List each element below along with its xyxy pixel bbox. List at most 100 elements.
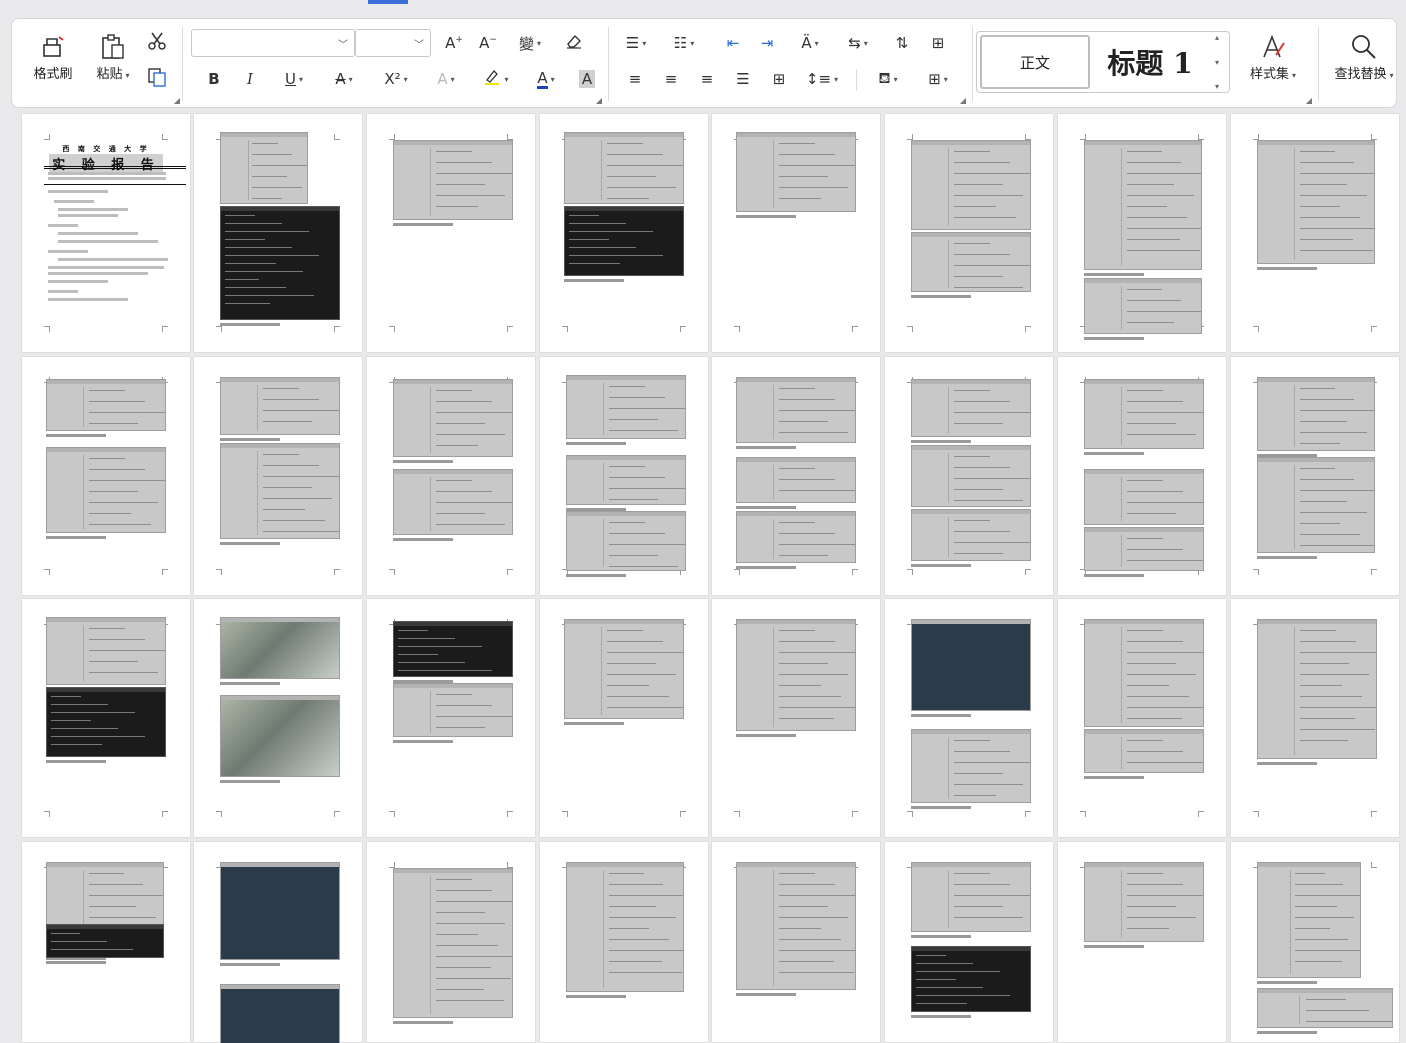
highlight-button[interactable]: ▾	[476, 67, 516, 91]
page-thumbnail[interactable]	[194, 114, 362, 352]
page-thumbnail[interactable]	[1058, 357, 1226, 595]
margin-corner-mark	[734, 326, 740, 332]
style-gallery-scroll[interactable]: ▴ ▾ ▾	[1210, 33, 1224, 91]
page-thumbnail[interactable]	[22, 357, 190, 595]
superscript-button[interactable]: X² ▾	[376, 67, 416, 91]
page-thumbnail[interactable]	[194, 599, 362, 837]
screenshot-row	[436, 480, 472, 481]
paragraph-dialog-launcher-icon[interactable]: ◢	[960, 96, 966, 105]
font-name-combo[interactable]: ﹀	[191, 29, 355, 57]
justify-button[interactable]: ☰	[730, 67, 756, 91]
style-heading1-item[interactable]: 标题 1	[1090, 35, 1210, 89]
distribute-button[interactable]: ⊞	[766, 67, 792, 91]
text-line	[48, 172, 166, 175]
page-thumbnail[interactable]	[712, 599, 880, 837]
shading-button[interactable]: ⛾ ▾	[868, 67, 908, 91]
embedded-screenshot	[1084, 140, 1202, 270]
margin-corner-mark	[334, 811, 340, 817]
page-thumbnail[interactable]	[540, 599, 708, 837]
increase-indent-button[interactable]: ⇥	[754, 31, 780, 55]
phonetic-guide-button[interactable]: 變 ▾	[510, 31, 550, 55]
figure-caption	[393, 223, 453, 226]
screenshot-row	[1299, 239, 1354, 240]
page-thumbnail[interactable]	[885, 599, 1053, 837]
figure-caption	[1084, 273, 1144, 276]
line-spacing-button[interactable]: ↕≡ ▾	[802, 67, 842, 91]
clear-format-button[interactable]	[560, 31, 588, 55]
sort-button[interactable]: ⇅	[888, 31, 916, 55]
page-thumbnail[interactable]	[367, 842, 535, 1042]
style-set-button[interactable]: 样式集 ▾	[1242, 31, 1304, 82]
page-thumbnail[interactable]	[1058, 842, 1226, 1042]
page-thumbnail[interactable]	[885, 114, 1053, 352]
screenshot-row	[779, 718, 834, 719]
clipboard-dialog-launcher-icon[interactable]: ◢	[174, 96, 180, 105]
screenshot-row	[607, 652, 683, 653]
copy-button[interactable]	[144, 67, 170, 91]
page-thumbnail[interactable]	[712, 842, 880, 1042]
page-thumbnail[interactable]	[22, 599, 190, 837]
page-thumbnail[interactable]	[367, 599, 535, 837]
numbering-button[interactable]: ☷ ▾	[666, 31, 702, 55]
char-shading-button[interactable]: A	[576, 67, 598, 91]
underline-button[interactable]: U ▾	[274, 67, 314, 91]
cut-button[interactable]	[144, 31, 170, 55]
decrease-indent-button[interactable]: ⇤	[720, 31, 746, 55]
page-thumbnail[interactable]	[1058, 114, 1226, 352]
terminal-line	[398, 670, 493, 671]
align-center-button[interactable]: ≡	[658, 67, 684, 91]
page-thumbnail[interactable]	[1231, 114, 1399, 352]
page-thumbnail[interactable]	[1231, 842, 1399, 1042]
page-thumbnail[interactable]	[540, 114, 708, 352]
paste-button[interactable]: 粘贴 ▾	[90, 31, 136, 82]
font-dialog-launcher-icon[interactable]: ◢	[596, 96, 602, 105]
page-thumbnail[interactable]	[194, 842, 362, 1043]
page-thumbnail[interactable]	[1231, 357, 1399, 595]
chevron-down-icon[interactable]: ▾	[1215, 58, 1219, 67]
style-normal-item[interactable]: 正文	[980, 35, 1090, 89]
screenshot-titlebar	[912, 863, 1030, 867]
expand-gallery-icon[interactable]: ▾	[1215, 82, 1219, 91]
align-left-button[interactable]: ≡	[622, 67, 648, 91]
page-thumbnail[interactable]	[1058, 599, 1226, 837]
page-thumbnail[interactable]: 西 南 交 通 大 学实 验 报 告	[22, 114, 190, 352]
screenshot-row	[779, 972, 854, 973]
page-thumbnail[interactable]	[885, 357, 1053, 595]
embedded-screenshot	[220, 206, 340, 320]
page-thumbnail[interactable]	[885, 842, 1053, 1042]
font-color-button[interactable]: A ▾	[526, 67, 566, 91]
screenshot-row	[608, 928, 650, 929]
styles-dialog-launcher-icon[interactable]: ◢	[1306, 96, 1312, 105]
page-thumbnail[interactable]	[540, 842, 708, 1042]
margin-corner-mark	[162, 811, 168, 817]
page-thumbnail[interactable]	[1231, 599, 1399, 837]
show-marks-button[interactable]: ⊞	[924, 31, 952, 55]
page-thumbnail[interactable]	[22, 842, 190, 1042]
page-thumbnail[interactable]	[712, 357, 880, 595]
terminal-line	[398, 638, 455, 639]
bold-button[interactable]: B	[202, 67, 226, 91]
font-size-combo[interactable]: ﹀	[355, 29, 431, 57]
italic-button[interactable]: I	[238, 67, 262, 91]
sort-direction-button[interactable]: ⇆ ▾	[840, 31, 876, 55]
borders-button[interactable]: ⊞ ▾	[918, 67, 958, 91]
page-thumbnail[interactable]	[540, 357, 708, 595]
figure-caption	[46, 760, 106, 763]
format-painter-button[interactable]: 格式刷	[30, 31, 76, 82]
screenshot-row	[436, 934, 478, 935]
page-thumbnail[interactable]	[367, 357, 535, 595]
strikethrough-button[interactable]: A ▾	[324, 67, 364, 91]
page-thumbnail[interactable]	[367, 114, 535, 352]
page-thumbnail[interactable]	[194, 357, 362, 595]
find-replace-button[interactable]: 查找替换 ▾	[1330, 31, 1398, 82]
shrink-font-button[interactable]: A−	[474, 31, 502, 55]
page-thumbnail[interactable]	[712, 114, 880, 352]
text-direction-button[interactable]: Ä ▾	[790, 31, 830, 55]
chevron-up-icon[interactable]: ▴	[1215, 33, 1219, 42]
align-right-button[interactable]: ≡	[694, 67, 720, 91]
grow-font-button[interactable]: A+	[440, 31, 468, 55]
screenshot-row	[609, 430, 678, 431]
text-effect-button[interactable]: A ▾	[426, 67, 466, 91]
bullets-button[interactable]: ☰ ▾	[618, 31, 654, 55]
screenshot-row	[609, 566, 678, 567]
